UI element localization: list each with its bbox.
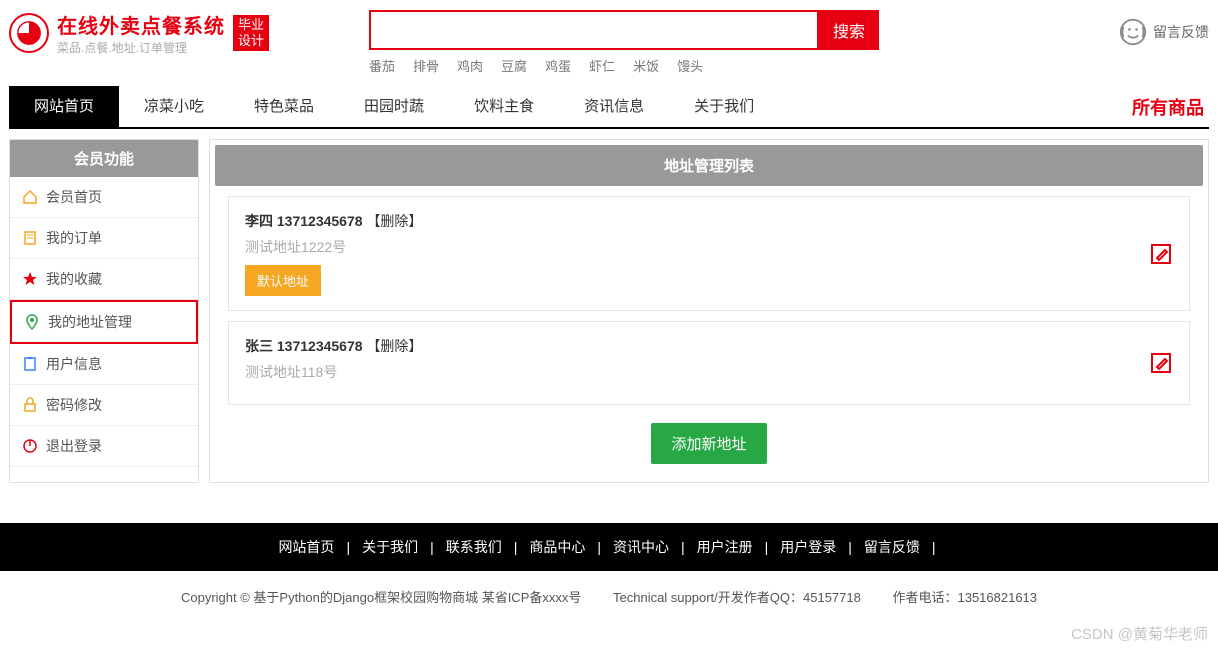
keyword-link[interactable]: 虾仁 [589,59,615,74]
footer-links: 网站首页|关于我们|联系我们|商品中心|资讯中心|用户注册|用户登录|留言反馈| [0,523,1218,571]
address-name-phone: 李四 13712345678 [245,213,366,229]
sidebar-item[interactable]: 用户信息 [10,344,198,385]
address-card: 张三 13712345678 【删除】测试地址118号 [228,321,1190,405]
footer-link[interactable]: 关于我们 [362,539,418,555]
logo-subtitle: 菜品.点餐.地址.订单管理 [57,39,225,56]
main-panel: 地址管理列表 李四 13712345678 【删除】测试地址1222号默认地址张… [209,139,1209,483]
footer-info: Copyright © 基于Python的Django框架校园购物商城 某省IC… [0,571,1218,622]
address-desc: 测试地址118号 [245,362,1173,382]
pin-icon [24,314,40,330]
logo-badge: 毕业 设计 [233,15,269,51]
sidebar-item-label: 我的订单 [46,228,102,248]
sidebar-item[interactable]: 我的订单 [10,218,198,259]
footer-link[interactable]: 留言反馈 [864,539,920,555]
sidebar-item-label: 会员首页 [46,187,102,207]
star-icon [22,271,38,287]
sidebar-item[interactable]: 退出登录 [10,426,198,467]
delete-link[interactable]: 【删除】 [366,213,422,229]
delete-link[interactable]: 【删除】 [366,338,422,354]
sidebar-item[interactable]: 我的地址管理 [10,300,198,344]
keyword-link[interactable]: 鸡肉 [457,59,483,74]
nav-item[interactable]: 网站首页 [9,86,119,128]
panel-header: 地址管理列表 [215,145,1203,186]
sidebar-item[interactable]: 我的收藏 [10,259,198,300]
clipboard-icon [22,356,38,372]
sidebar-item-label: 用户信息 [46,354,102,374]
power-icon [22,438,38,454]
logo-icon [9,13,49,53]
sidebar-item-label: 我的收藏 [46,269,102,289]
keyword-link[interactable]: 鸡蛋 [545,59,571,74]
footer-copyright: Copyright © 基于Python的Django框架校园购物商城 某省IC… [181,590,581,605]
sidebar: 会员功能 会员首页我的订单我的收藏我的地址管理用户信息密码修改退出登录 [9,139,199,483]
doc-icon [22,230,38,246]
address-desc: 测试地址1222号 [245,237,1173,257]
address-card: 李四 13712345678 【删除】测试地址1222号默认地址 [228,196,1190,311]
nav-item[interactable]: 饮料主食 [449,86,559,128]
sidebar-item-label: 我的地址管理 [48,312,132,332]
sidebar-item-label: 退出登录 [46,436,102,456]
add-address-button[interactable]: 添加新地址 [651,423,766,464]
search-button[interactable]: 搜索 [819,10,879,50]
footer-link[interactable]: 资讯中心 [613,539,669,555]
support-icon [1119,18,1147,46]
watermark: CSDN @黄菊华老师 [1071,623,1208,644]
keyword-link[interactable]: 豆腐 [501,59,527,74]
footer-phone: 作者电话：13516821613 [892,590,1037,605]
default-address-badge: 默认地址 [245,265,321,296]
sidebar-item[interactable]: 密码修改 [10,385,198,426]
main-nav: 网站首页凉菜小吃特色菜品田园时蔬饮料主食资讯信息关于我们 所有商品 [9,87,1209,129]
logo-title: 在线外卖点餐系统 [57,10,225,39]
logo-block[interactable]: 在线外卖点餐系统 菜品.点餐.地址.订单管理 毕业 设计 [9,10,269,56]
nav-all-products[interactable]: 所有商品 [1132,94,1209,120]
nav-item[interactable]: 关于我们 [669,86,779,128]
footer-link[interactable]: 网站首页 [278,539,334,555]
nav-item[interactable]: 田园时蔬 [339,86,449,128]
keyword-link[interactable]: 米饭 [633,59,659,74]
edit-icon[interactable] [1149,351,1173,375]
address-name-phone: 张三 13712345678 [245,338,366,354]
footer-tech: Technical support/开发作者QQ：45157718 [613,590,861,605]
keyword-link[interactable]: 番茄 [369,59,395,74]
nav-item[interactable]: 特色菜品 [229,86,339,128]
feedback-link[interactable]: 留言反馈 [1119,18,1209,46]
keyword-link[interactable]: 排骨 [413,59,439,74]
edit-icon[interactable] [1149,242,1173,266]
sidebar-header: 会员功能 [10,140,198,177]
home-icon [22,189,38,205]
feedback-label: 留言反馈 [1153,22,1209,42]
footer-link[interactable]: 用户登录 [780,539,836,555]
sidebar-item[interactable]: 会员首页 [10,177,198,218]
footer-link[interactable]: 用户注册 [697,539,753,555]
keyword-link[interactable]: 馒头 [677,59,703,74]
search-keywords: 番茄 排骨 鸡肉 豆腐 鸡蛋 虾仁 米饭 馒头 [369,56,1119,75]
sidebar-item-label: 密码修改 [46,395,102,415]
search-input[interactable] [369,10,819,50]
nav-item[interactable]: 资讯信息 [559,86,669,128]
footer-link[interactable]: 联系我们 [446,539,502,555]
nav-item[interactable]: 凉菜小吃 [119,86,229,128]
footer-link[interactable]: 商品中心 [529,539,585,555]
lock-icon [22,397,38,413]
